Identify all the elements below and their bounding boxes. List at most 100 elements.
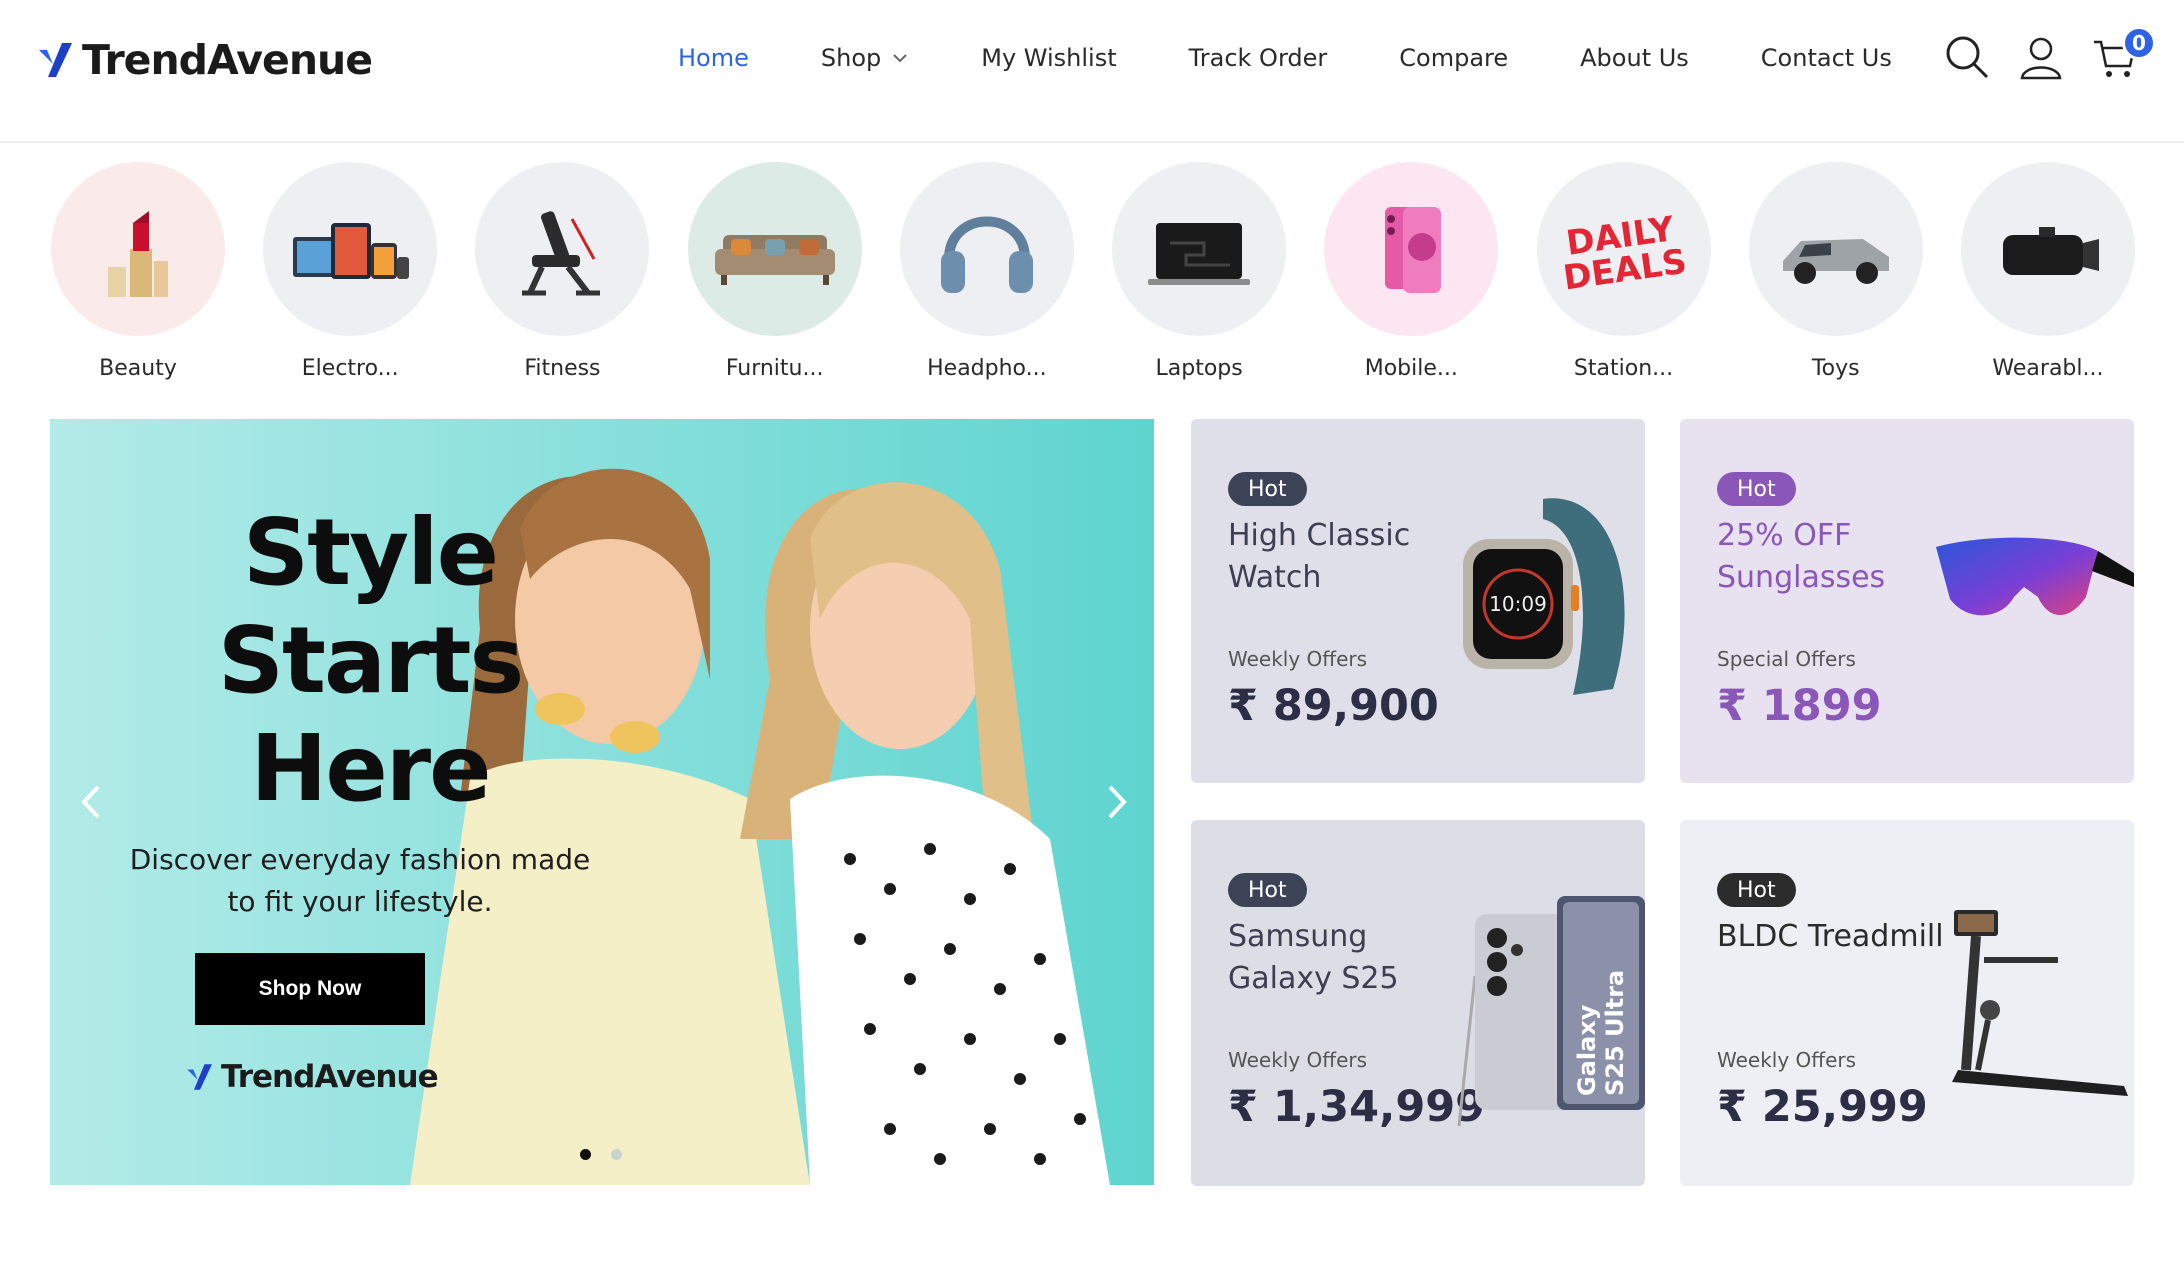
hot-badge: Hot xyxy=(1717,873,1796,907)
category-label: Mobile... xyxy=(1364,356,1458,381)
hero-title-line: Here xyxy=(250,715,491,822)
nav-wishlist[interactable]: My Wishlist xyxy=(981,44,1116,72)
carousel-next-icon[interactable] xyxy=(1096,777,1136,827)
category-mobiles[interactable]: Mobile... xyxy=(1323,162,1499,392)
account-button[interactable] xyxy=(2018,34,2064,80)
category-laptops[interactable]: Laptops xyxy=(1111,162,1287,392)
nav-compare[interactable]: Compare xyxy=(1399,44,1508,72)
category-fitness-thumb xyxy=(475,162,650,336)
hero-banner[interactable]: Style Starts Here Discover everyday fash… xyxy=(50,419,1154,1185)
promo-title: BLDC Treadmill xyxy=(1717,919,1944,954)
nav-track-order[interactable]: Track Order xyxy=(1189,44,1328,72)
carousel-dot[interactable] xyxy=(580,1149,591,1160)
category-furniture[interactable]: Furnitu... xyxy=(687,162,863,392)
workout-bench-icon xyxy=(522,211,601,296)
nav-shop[interactable]: Shop xyxy=(821,44,909,72)
promo-price: ₹ 25,999 xyxy=(1717,1082,1928,1132)
category-label: Wearabl... xyxy=(1992,356,2104,381)
category-stationery[interactable]: DAILY DEALS Station... xyxy=(1536,162,1712,392)
svg-text:10:09: 10:09 xyxy=(1489,592,1547,616)
hero-brand-name: TrendAvenue xyxy=(221,1059,439,1095)
sofa-icon xyxy=(714,235,835,285)
vr-headset-icon xyxy=(2002,227,2099,275)
promo-subtitle: Special Offers xyxy=(1717,647,1856,671)
category-laptops-thumb xyxy=(1112,162,1287,336)
brand-name: TrendAvenue xyxy=(82,36,373,84)
carousel-dots xyxy=(580,1149,622,1160)
promo-card-galaxy[interactable]: Hot Samsung Galaxy S25 Weekly Offers ₹ 1… xyxy=(1191,820,1645,1186)
promo-card-watch[interactable]: Hot High Classic Watch Weekly Offers ₹ 8… xyxy=(1191,419,1645,783)
header-actions: 0 xyxy=(1944,26,2156,80)
category-label: Laptops xyxy=(1155,356,1243,381)
nav-home[interactable]: Home xyxy=(678,44,749,72)
category-wearables[interactable]: Wearabl... xyxy=(1960,162,2136,392)
category-stationery-thumb: DAILY DEALS xyxy=(1536,162,1711,336)
category-fitness[interactable]: Fitness xyxy=(474,162,650,392)
lipstick-icon xyxy=(108,211,168,297)
category-label: Electro... xyxy=(301,356,399,381)
search-button[interactable] xyxy=(1944,34,1990,80)
hero-title-line: Starts xyxy=(217,607,524,714)
category-headphones[interactable]: Headpho... xyxy=(899,162,1075,392)
hero-brand-logo: TrendAvenue xyxy=(185,1059,439,1095)
site-header: TrendAvenue Home Shop My Wishlist Track … xyxy=(0,0,2184,143)
hot-badge: Hot xyxy=(1228,472,1307,506)
carousel-dot[interactable] xyxy=(611,1149,622,1160)
phone-icon: Galaxy S25 Ultra xyxy=(1457,896,1645,1126)
hero-title: Style Starts Here xyxy=(150,499,590,823)
category-label: Headpho... xyxy=(927,356,1047,381)
search-icon xyxy=(1946,36,1989,79)
category-furniture-thumb xyxy=(687,162,862,336)
category-electronics[interactable]: Electro... xyxy=(262,162,438,392)
hero-subtitle: Discover everyday fashion made to fit yo… xyxy=(129,843,591,918)
nav-about-label: About Us xyxy=(1580,44,1689,72)
main-nav: Home Shop My Wishlist Track Order Compar… xyxy=(678,44,1892,72)
promo-subtitle: Weekly Offers xyxy=(1228,1048,1368,1072)
shop-now-button[interactable]: Shop Now xyxy=(195,953,425,1025)
promo-price: ₹ 89,900 xyxy=(1228,681,1439,731)
cart-count-badge: 0 xyxy=(2122,26,2156,60)
category-label: Beauty xyxy=(99,356,177,381)
sunglasses-icon xyxy=(1936,537,2134,616)
category-label: Toys xyxy=(1811,356,1860,381)
svg-text:S25 Ultra: S25 Ultra xyxy=(1601,970,1629,1096)
category-label: Station... xyxy=(1573,356,1674,381)
promo-title: 25% OFF Sunglasses xyxy=(1717,518,1886,595)
hero-title-line: Style xyxy=(242,499,499,606)
nav-home-label: Home xyxy=(678,44,749,72)
nav-shop-label: Shop xyxy=(820,44,882,72)
category-mobiles-thumb xyxy=(1324,162,1499,336)
brand-logo[interactable]: TrendAvenue xyxy=(36,36,373,84)
promo-subtitle: Weekly Offers xyxy=(1717,1048,1857,1072)
category-beauty[interactable]: Beauty xyxy=(50,162,226,392)
cart-button[interactable]: 0 xyxy=(2092,26,2156,80)
user-icon xyxy=(2020,37,2062,80)
promo-card-sunglasses[interactable]: Hot 25% OFF Sunglasses Special Offers ₹ … xyxy=(1680,419,2134,783)
chevron-down-icon xyxy=(893,54,907,63)
carousel-prev-icon[interactable] xyxy=(72,777,112,827)
laptop-icon xyxy=(1148,223,1251,285)
svg-text:Galaxy: Galaxy xyxy=(1573,1004,1601,1096)
promo-title: High Classic Watch xyxy=(1228,518,1411,595)
category-label: Furnitu... xyxy=(725,356,824,381)
logo-mark-icon xyxy=(39,43,72,77)
category-wearables-thumb xyxy=(1960,162,2135,336)
devices-icon xyxy=(293,223,410,279)
nav-contact[interactable]: Contact Us xyxy=(1761,44,1892,72)
category-headphones-thumb xyxy=(899,162,1074,336)
promo-card-treadmill[interactable]: Hot BLDC Treadmill Weekly Offers ₹ 25,99… xyxy=(1680,820,2134,1186)
category-toys-thumb xyxy=(1748,162,1923,336)
nav-track-order-label: Track Order xyxy=(1188,44,1328,72)
category-toys[interactable]: Toys xyxy=(1748,162,1924,392)
category-beauty-thumb xyxy=(51,162,225,336)
category-strip: Beauty Electro... Fitness Furnitu... Hea… xyxy=(50,162,2136,392)
smartwatch-icon: 10:09 xyxy=(1463,498,1625,695)
nav-contact-label: Contact Us xyxy=(1760,44,1892,72)
promo-title: Samsung Galaxy S25 xyxy=(1228,919,1399,996)
treadmill-icon xyxy=(1952,910,2128,1096)
nav-about[interactable]: About Us xyxy=(1580,44,1689,72)
logo-mark-icon xyxy=(187,1064,212,1090)
smartphone-icon xyxy=(1385,207,1442,293)
category-label: Fitness xyxy=(524,356,601,381)
promo-price: ₹ 1899 xyxy=(1717,681,1882,731)
